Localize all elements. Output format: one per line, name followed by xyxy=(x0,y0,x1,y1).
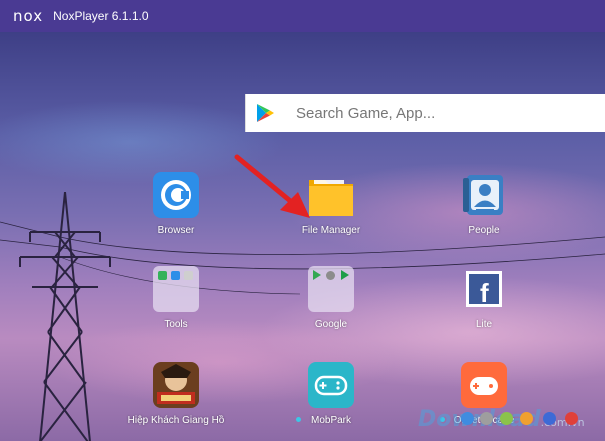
facebook-icon: f xyxy=(461,266,507,312)
app-label: Tools xyxy=(164,319,188,330)
app-label: File Manager xyxy=(301,225,361,236)
app-file-manager[interactable]: File Manager xyxy=(281,172,381,236)
folder-icon xyxy=(308,172,354,218)
nox-logo: nox xyxy=(13,7,44,25)
app-browser[interactable]: Browser xyxy=(126,172,226,236)
watermark-dot xyxy=(565,412,578,425)
omlet-icon xyxy=(461,362,507,408)
app-people[interactable]: People xyxy=(434,172,534,236)
search-input[interactable]: Search Game, App... xyxy=(296,105,435,122)
title-bar: nox NoxPlayer 6.1.1.0 xyxy=(0,0,605,32)
screen-icon xyxy=(171,271,180,280)
google-play-icon xyxy=(257,104,274,122)
app-google-folder[interactable]: Google xyxy=(281,266,381,330)
watermark-dot xyxy=(480,412,493,425)
play-games-mini-icon xyxy=(341,270,349,280)
app-label: People xyxy=(468,225,500,236)
watermark-dot xyxy=(543,412,556,425)
settings-mini-icon xyxy=(326,271,335,280)
svg-text:f: f xyxy=(480,278,489,308)
watermark-dot xyxy=(461,412,474,425)
game-icon xyxy=(153,362,199,408)
browser-icon xyxy=(153,172,199,218)
watermark-dot xyxy=(500,412,513,425)
app-mobpark[interactable]: MobPark xyxy=(281,362,381,426)
app-hiep-khach-giang-ho[interactable]: Hiệp Khách Giang Hồ xyxy=(126,362,226,426)
contacts-icon xyxy=(461,172,507,218)
android-desktop: Search Game, App... Browser File Manager… xyxy=(0,32,605,441)
app-tools-folder[interactable]: Tools xyxy=(126,266,226,330)
window-title: NoxPlayer 6.1.1.0 xyxy=(53,9,149,23)
watermark-dot xyxy=(520,412,533,425)
app-label: Google xyxy=(314,319,348,330)
new-app-indicator xyxy=(296,417,301,422)
app-label: Lite xyxy=(475,319,493,330)
power-tower-silhouette xyxy=(19,192,111,441)
play-store-mini-icon xyxy=(313,270,321,280)
download-icon xyxy=(158,271,167,280)
tools-folder-icon xyxy=(153,266,199,312)
calculator-icon xyxy=(184,271,193,280)
google-folder-icon xyxy=(308,266,354,312)
gamepad-icon xyxy=(308,362,354,408)
app-label: Browser xyxy=(157,225,195,236)
search-bar[interactable]: Search Game, App... xyxy=(245,94,605,132)
app-label: Hiệp Khách Giang Hồ xyxy=(127,415,225,426)
app-facebook-lite[interactable]: f Lite xyxy=(434,266,534,330)
